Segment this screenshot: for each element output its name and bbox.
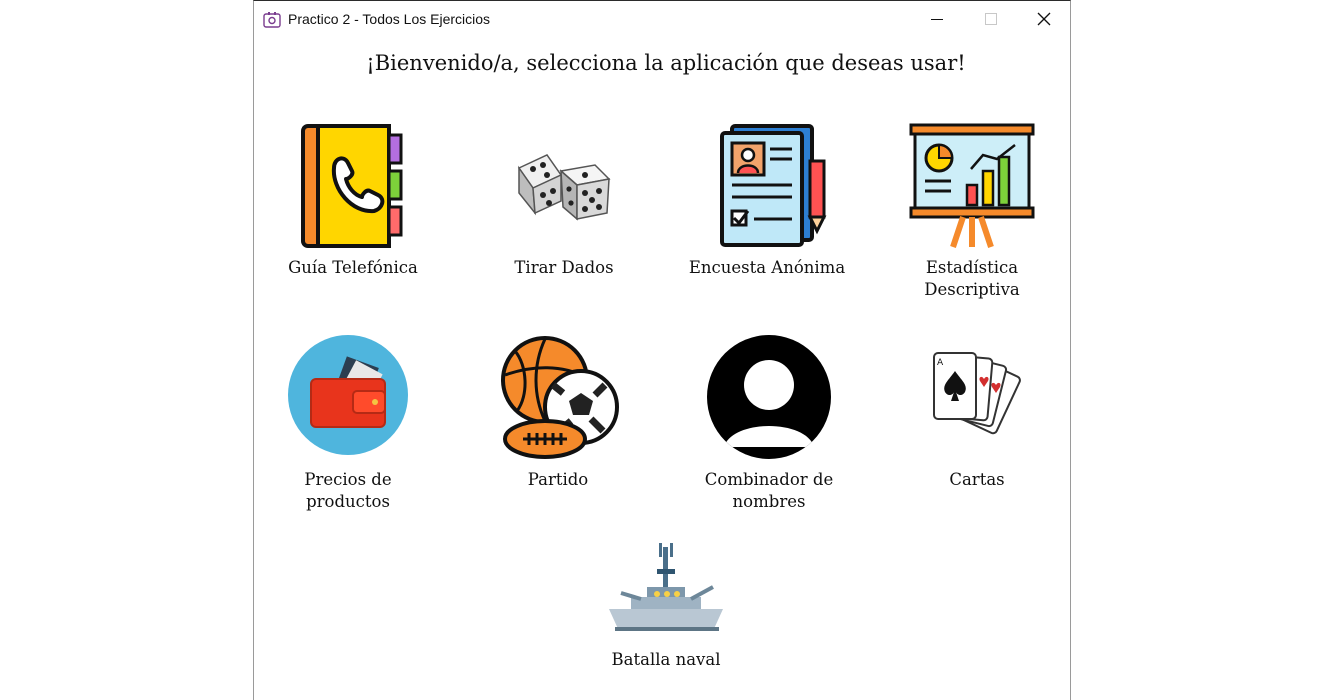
app-label: Guía Telefónica [288, 258, 418, 277]
minimize-button[interactable] [914, 5, 960, 33]
maximize-icon [985, 13, 997, 25]
app-window: Practico 2 - Todos Los Ejercicios ¡Bienv… [253, 0, 1071, 700]
maximize-button[interactable] [968, 5, 1014, 33]
app-tile-combinador-de-nombres[interactable]: Combinador de nombres [689, 335, 849, 513]
close-button[interactable] [1021, 5, 1067, 33]
app-icon [263, 12, 281, 28]
app-tile-partido[interactable]: Partido [478, 335, 638, 491]
dice-icon [517, 154, 611, 221]
app-label: Batalla naval [611, 650, 721, 669]
app-label: Partido [527, 470, 589, 489]
statistics-board-icon [909, 123, 1035, 248]
app-tile-cartas[interactable]: A Cartas [897, 335, 1057, 491]
app-tile-tirar-dados[interactable]: Tirar Dados [484, 123, 644, 279]
svg-text:A: A [937, 358, 944, 368]
app-tile-precios-de-productos[interactable]: Precios de productos [268, 335, 428, 513]
sports-balls-icon [501, 336, 619, 459]
welcome-heading: ¡Bienvenido/a, selecciona la aplicación … [366, 51, 966, 75]
app-label: Combinador de nombres [704, 470, 834, 511]
close-icon [1037, 12, 1051, 26]
survey-form-icon [720, 124, 827, 247]
app-label: Tirar Dados [514, 258, 614, 277]
playing-cards-icon: A [933, 352, 1021, 435]
wallet-icon [288, 335, 408, 455]
app-tile-guia-telefonica[interactable]: Guía Telefónica [273, 123, 433, 279]
app-label: Encuesta Anónima [688, 258, 846, 277]
minimize-icon [931, 19, 943, 20]
app-label: Cartas [949, 470, 1005, 489]
app-tile-encuesta-anonima[interactable]: Encuesta Anónima [687, 123, 847, 279]
app-tile-estadistica-descriptiva[interactable]: Estadística Descriptiva [892, 123, 1052, 301]
window-title: Practico 2 - Todos Los Ejercicios [288, 11, 491, 27]
app-label: Precios de productos [304, 470, 392, 511]
title-bar[interactable]: Practico 2 - Todos Los Ejercicios [254, 1, 1070, 39]
app-tile-batalla-naval[interactable]: Batalla naval [586, 541, 746, 671]
battleship-icon [609, 543, 723, 631]
user-avatar-icon [707, 335, 831, 459]
phone-book-icon [301, 124, 403, 248]
app-label: Estadística Descriptiva [924, 258, 1020, 299]
